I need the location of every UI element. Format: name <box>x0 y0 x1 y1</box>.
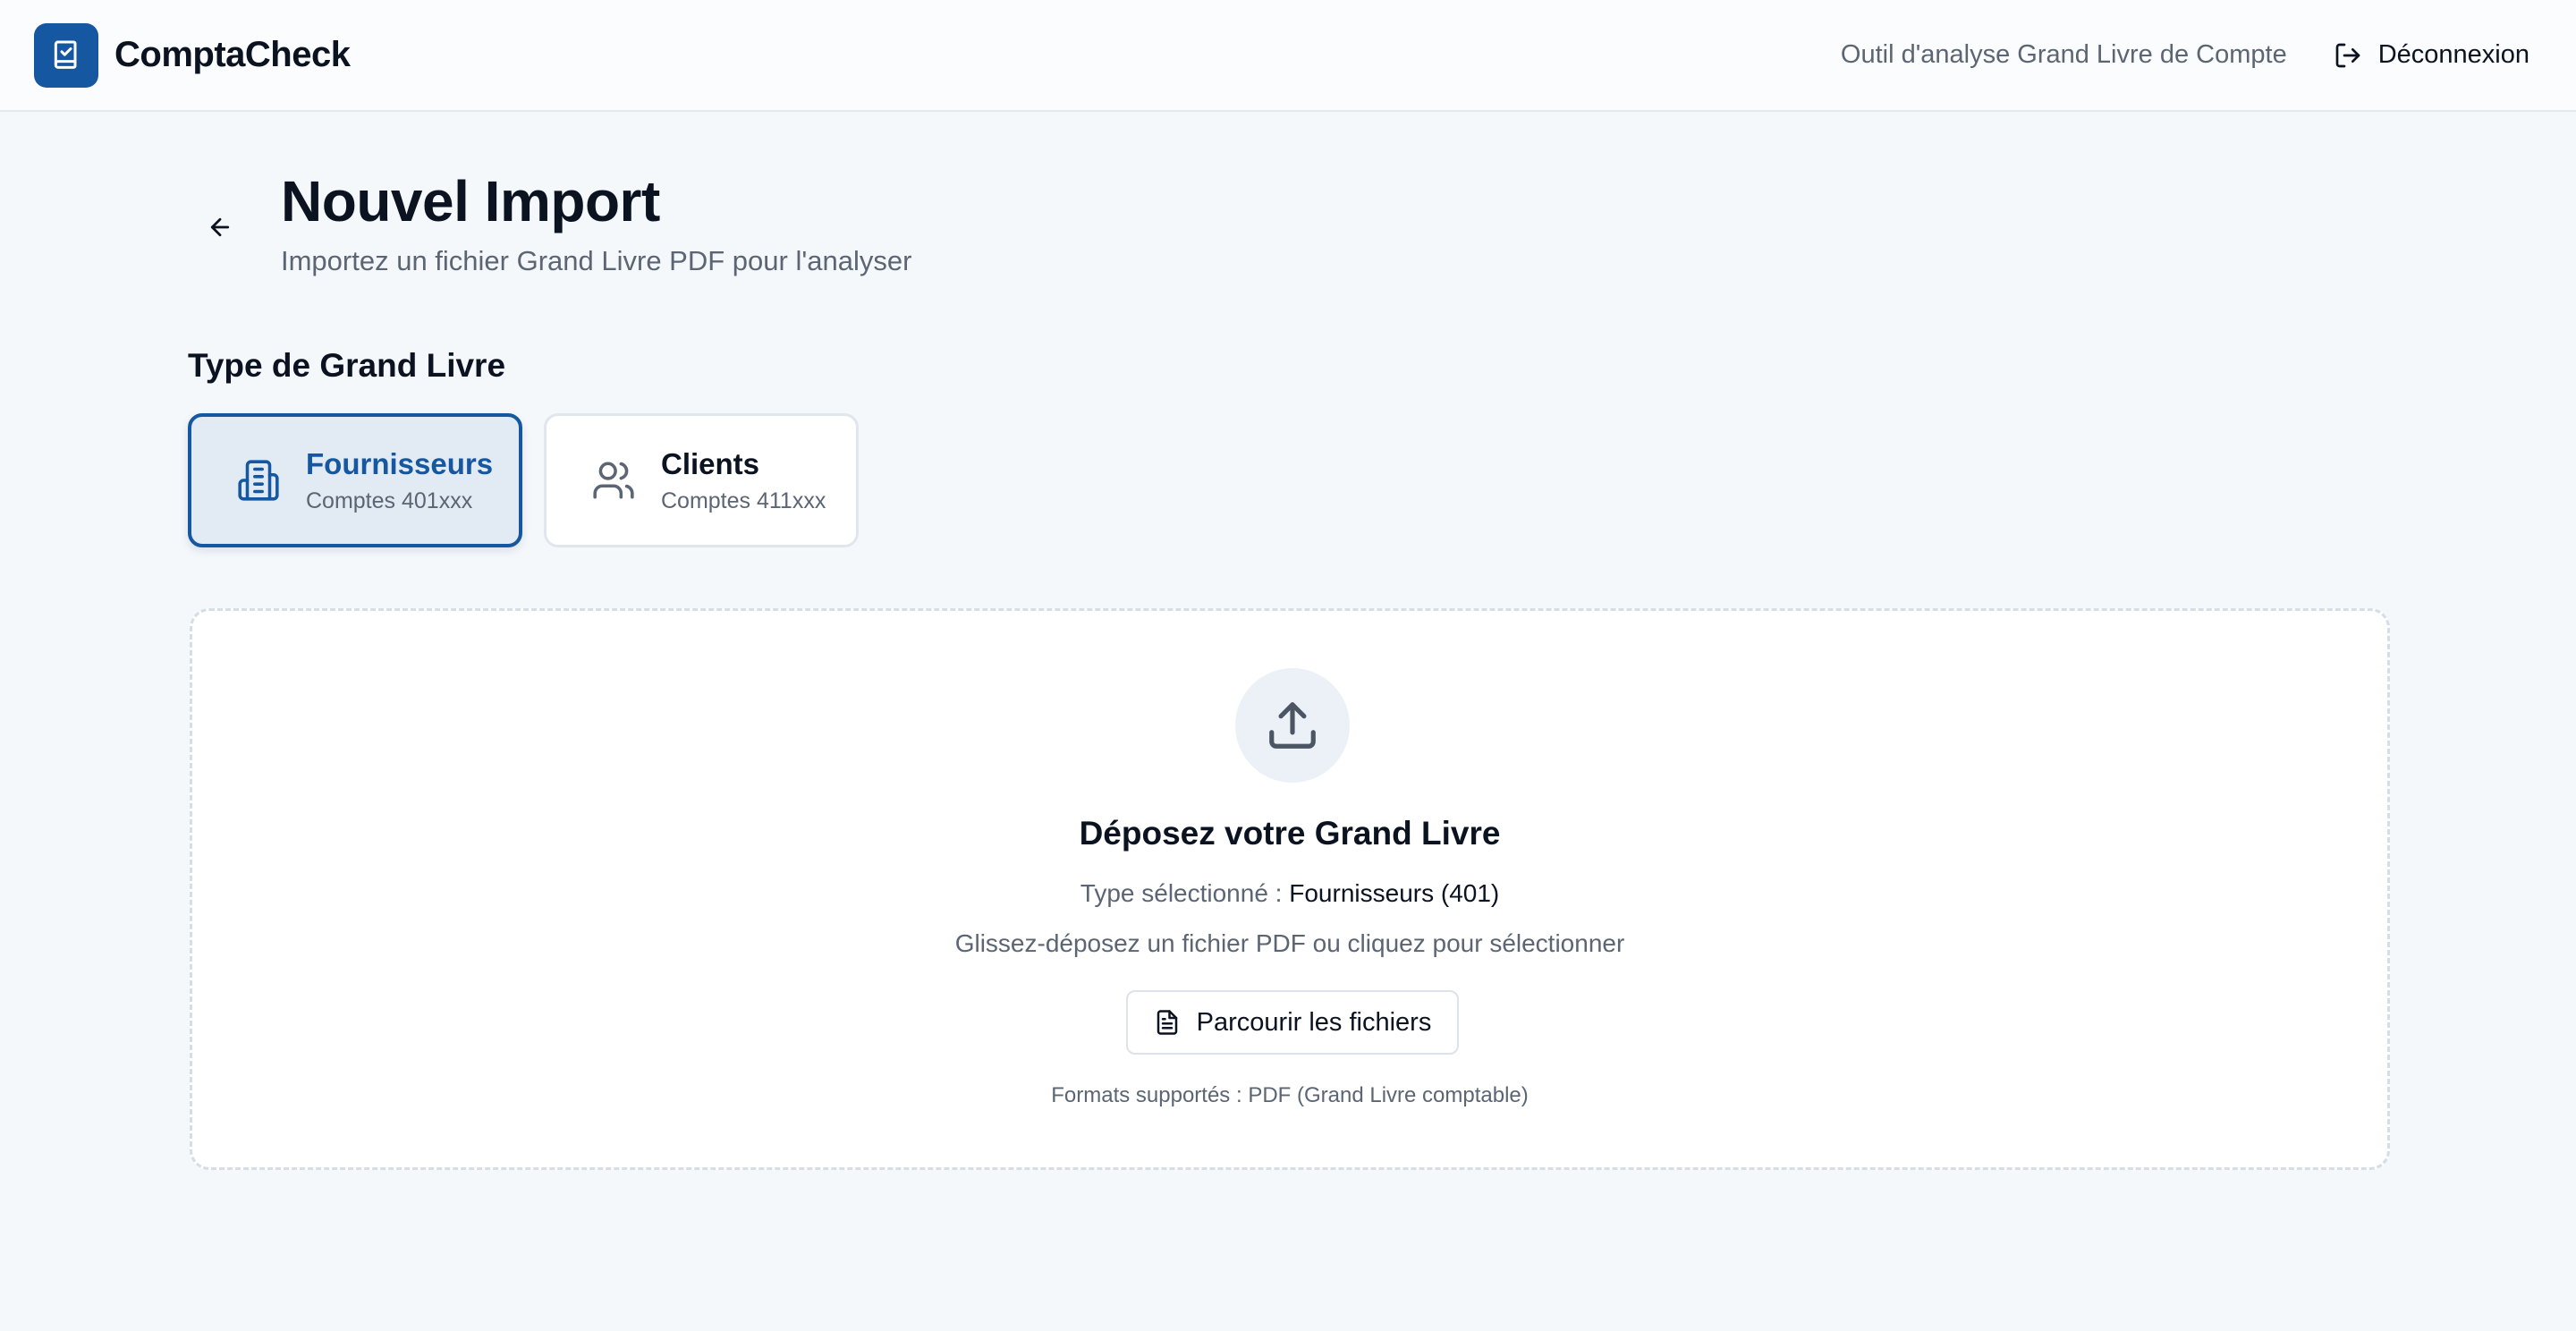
logout-button[interactable]: Déconnexion <box>2334 40 2529 70</box>
building-icon <box>238 460 279 501</box>
page-title: Nouvel Import <box>281 169 660 233</box>
type-card-title: Clients <box>661 446 760 480</box>
clipboard-check-icon <box>54 40 77 69</box>
brand-name: ComptaCheck <box>114 35 351 74</box>
app-tagline: Outil d'analyse Grand Livre de Compte <box>1840 40 2287 69</box>
logout-icon <box>2335 43 2360 67</box>
type-card-fournisseurs[interactable]: Fournisseurs Comptes 401xxx <box>188 413 522 547</box>
browse-files-label: Parcourir les fichiers <box>1196 1007 1432 1037</box>
browse-files-button[interactable]: Parcourir les fichiers <box>1126 990 1459 1055</box>
brand[interactable]: ComptaCheck <box>34 22 351 88</box>
app-logo <box>34 22 98 88</box>
arrow-left-icon <box>210 217 230 237</box>
back-button[interactable] <box>199 206 242 249</box>
selected-type-line: Type sélectionné : Fournisseurs (401) <box>192 879 2387 908</box>
ledger-type-label: Type de Grand Livre <box>188 347 506 384</box>
header-right: Outil d'analyse Grand Livre de Compte Dé… <box>1841 40 2542 70</box>
type-card-subtitle: Comptes 411xxx <box>661 487 826 513</box>
selected-type-value: Fournisseurs (401) <box>1289 879 1500 907</box>
file-dropzone[interactable]: Déposez votre Grand Livre Type sélection… <box>190 608 2390 1170</box>
type-card-clients[interactable]: Clients Comptes 411xxx <box>544 413 859 547</box>
supported-formats: Formats supportés : PDF (Grand Livre com… <box>1051 1083 1529 1107</box>
upload-icon <box>1269 702 1316 749</box>
page-subtitle: Importez un fichier Grand Livre PDF pour… <box>281 245 912 276</box>
type-card-subtitle: Comptes 401xxx <box>306 487 473 513</box>
dropzone-instruction: Glissez-déposez un fichier PDF ou clique… <box>954 929 1625 957</box>
selected-type-prefix: Type sélectionné : <box>1080 879 1283 907</box>
users-icon <box>593 462 634 499</box>
dropzone-title: Déposez votre Grand Livre <box>1079 815 1501 852</box>
type-card-title: Fournisseurs <box>306 446 494 480</box>
logout-label: Déconnexion <box>2377 40 2529 69</box>
app-header: ComptaCheck Outil d'analyse Grand Livre … <box>0 0 2576 112</box>
upload-icon-wrapper <box>1235 668 1350 783</box>
file-text-icon <box>1157 1010 1177 1035</box>
